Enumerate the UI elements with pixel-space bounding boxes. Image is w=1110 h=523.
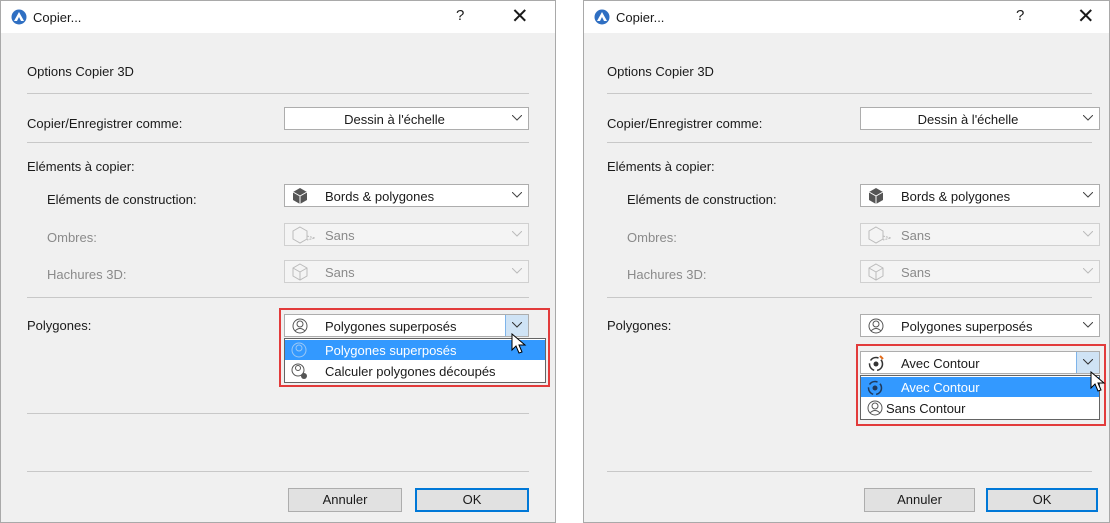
cancel-button[interactable]: Annuler <box>288 488 402 512</box>
solid-cube-icon <box>868 188 884 204</box>
ok-button[interactable]: OK <box>986 488 1098 512</box>
hatch-value: Sans <box>901 265 931 280</box>
hatch-select: Sans <box>284 260 529 283</box>
shadows-value: Sans <box>901 228 931 243</box>
construction-select[interactable]: Bords & polygones <box>284 184 529 207</box>
shadow-cube-icon <box>292 226 316 244</box>
polygons-value: Polygones superposés <box>901 319 1033 334</box>
chevron-down-icon <box>1077 224 1099 245</box>
copy-dialog-right: Copier... ? ✕ Options Copier 3D Copier/E… <box>583 0 1110 523</box>
separator <box>607 142 1092 143</box>
construction-value: Bords & polygones <box>325 189 435 204</box>
overlapping-polygons-icon <box>868 318 884 334</box>
chevron-down-icon <box>506 108 528 129</box>
separator <box>27 93 529 94</box>
section-title: Options Copier 3D <box>607 64 714 79</box>
copy-dialog-left: Copier... ? ✕ Options Copier 3D Copier/E… <box>0 0 556 523</box>
separator <box>607 93 1092 94</box>
help-button[interactable]: ? <box>1016 7 1024 24</box>
separator <box>607 471 1092 472</box>
window-title: Copier... <box>33 10 82 25</box>
mouse-pointer-icon <box>1090 371 1106 392</box>
ok-button[interactable]: OK <box>415 488 529 512</box>
hatch-label: Hachures 3D: <box>627 267 707 282</box>
highlight-callout <box>279 308 550 387</box>
copy-as-label: Copier/Enregistrer comme: <box>27 116 183 131</box>
polygons-label: Polygones: <box>607 318 672 333</box>
shadows-label: Ombres: <box>627 230 677 245</box>
archicad-app-icon <box>594 9 610 25</box>
help-button[interactable]: ? <box>456 7 464 24</box>
elements-label: Eléments à copier: <box>27 159 135 174</box>
chevron-down-icon <box>506 261 528 282</box>
separator <box>607 297 1092 298</box>
copy-as-value: Dessin à l'échelle <box>917 112 1019 127</box>
copy-as-select[interactable]: Dessin à l'échelle <box>860 107 1100 130</box>
separator <box>27 142 529 143</box>
title-bar: Copier... ? ✕ <box>584 1 1109 33</box>
mouse-pointer-icon <box>511 333 527 354</box>
shadow-cube-icon <box>868 226 892 244</box>
highlight-callout <box>856 344 1106 426</box>
shadows-select: Sans <box>284 223 529 246</box>
separator <box>27 413 529 414</box>
chevron-down-icon <box>506 185 528 206</box>
cancel-button[interactable]: Annuler <box>864 488 975 512</box>
construction-label: Eléments de construction: <box>47 192 197 207</box>
title-bar: Copier... ? ✕ <box>1 1 555 33</box>
copy-as-select[interactable]: Dessin à l'échelle <box>284 107 529 130</box>
copy-as-value: Dessin à l'échelle <box>344 112 445 127</box>
chevron-down-icon <box>1077 108 1099 129</box>
shadows-value: Sans <box>325 228 355 243</box>
separator <box>27 297 529 298</box>
shadows-select: Sans <box>860 223 1100 246</box>
construction-value: Bords & polygones <box>901 189 1011 204</box>
hatch-value: Sans <box>325 265 355 280</box>
separator <box>27 471 529 472</box>
chevron-down-icon <box>506 224 528 245</box>
elements-label: Eléments à copier: <box>607 159 715 174</box>
chevron-down-icon <box>1077 315 1099 336</box>
shadows-label: Ombres: <box>47 230 97 245</box>
chevron-down-icon <box>1077 185 1099 206</box>
close-button[interactable]: ✕ <box>1077 4 1095 29</box>
archicad-app-icon <box>11 9 27 25</box>
copy-as-label: Copier/Enregistrer comme: <box>607 116 763 131</box>
construction-label: Eléments de construction: <box>627 192 777 207</box>
section-title: Options Copier 3D <box>27 64 134 79</box>
wire-cube-icon <box>868 263 884 281</box>
hatch-label: Hachures 3D: <box>47 267 127 282</box>
chevron-down-icon <box>1077 261 1099 282</box>
hatch-select: Sans <box>860 260 1100 283</box>
close-button[interactable]: ✕ <box>511 4 529 29</box>
polygons-label: Polygones: <box>27 318 92 333</box>
window-title: Copier... <box>616 10 665 25</box>
polygons-select[interactable]: Polygones superposés <box>860 314 1100 337</box>
solid-cube-icon <box>292 188 308 204</box>
construction-select[interactable]: Bords & polygones <box>860 184 1100 207</box>
wire-cube-icon <box>292 263 308 281</box>
